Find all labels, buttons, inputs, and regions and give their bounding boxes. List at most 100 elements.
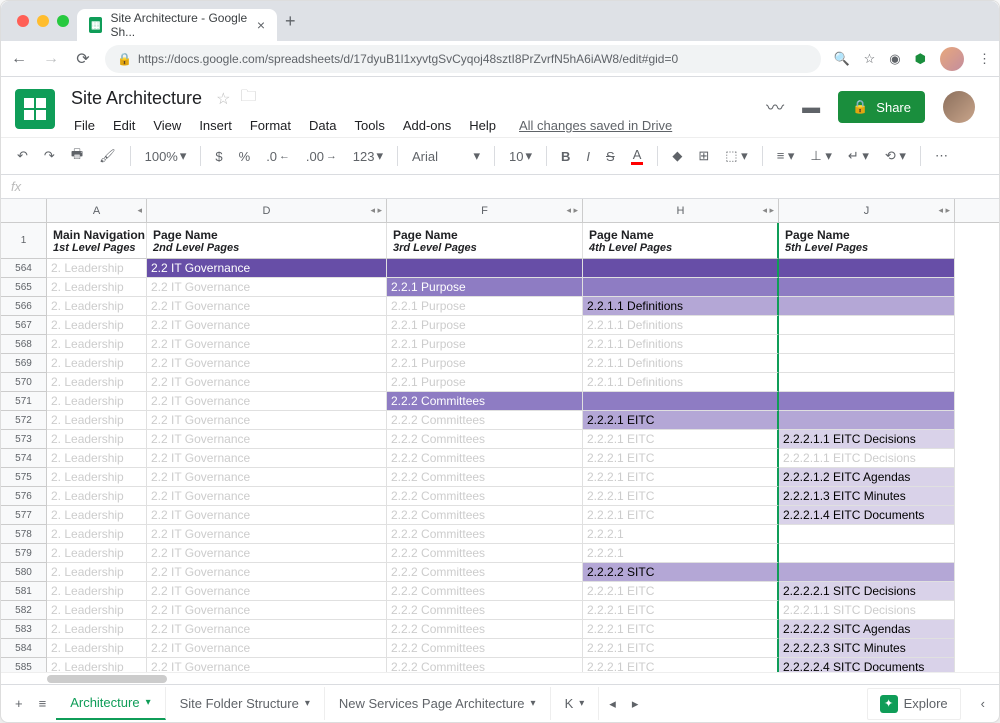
zoom-dropdown[interactable]: 100% ▾ [139,144,193,168]
cell[interactable] [779,373,955,392]
row-header[interactable]: 583 [1,620,47,639]
cell[interactable]: 2.2.2 Committees [387,487,583,506]
cell[interactable]: 2.2 IT Governance [147,563,387,582]
share-button[interactable]: 🔒 Share [838,91,925,123]
account-avatar[interactable] [943,91,975,123]
cell[interactable] [779,259,955,278]
column-header-F[interactable]: F◂ ▸ [387,199,583,222]
side-panel-toggle[interactable]: ‹ [975,692,991,715]
explore-button[interactable]: ✦ Explore [867,688,961,720]
cell[interactable]: 2.2.2 Committees [387,544,583,563]
cell[interactable]: 2. Leadership [47,468,147,487]
cell[interactable]: 2.2.2 Committees [387,449,583,468]
cell[interactable]: 2.2.1.1 Definitions [583,297,779,316]
apps-icon[interactable]: ◉ [889,51,900,67]
cell[interactable]: 2. Leadership [47,563,147,582]
paint-format-button[interactable]: 🖌 [93,144,122,168]
sheet-tab[interactable]: Architecture ▾ [56,687,165,720]
cell[interactable] [779,392,955,411]
comment-icon[interactable]: ▬ [802,97,820,118]
cell[interactable]: 2.2.2.2.3 SITC Minutes [779,639,955,658]
cell[interactable]: 2. Leadership [47,582,147,601]
back-button[interactable]: ← [9,49,29,69]
cell[interactable]: 2.2.2.1 EITC [583,487,779,506]
cell[interactable]: 2.2 IT Governance [147,620,387,639]
sheet-tab[interactable]: New Services Page Architecture ▾ [325,687,551,720]
menu-insert[interactable]: Insert [192,114,239,137]
row-header[interactable]: 576 [1,487,47,506]
column-header-H[interactable]: H◂ ▸ [583,199,779,222]
row-header[interactable]: 577 [1,506,47,525]
cell[interactable]: 2.2.2.1 EITC [583,468,779,487]
cell[interactable] [583,278,779,297]
sheets-logo[interactable] [15,89,55,129]
cell[interactable]: 2.2.2 Committees [387,658,583,672]
cell[interactable]: 2.2.2.2.1 SITC Decisions [779,582,955,601]
header-cell[interactable]: Main Navigation1st Level Pages [47,223,147,259]
font-size-dropdown[interactable]: 10 ▾ [503,144,538,168]
cell[interactable]: 2.2.2.1.4 EITC Documents [779,506,955,525]
sheet-tab[interactable]: K ▾ [551,687,600,720]
decrease-decimal-button[interactable]: .0← [260,145,296,168]
star-icon[interactable]: ☆ [864,51,876,67]
row-header[interactable]: 568 [1,335,47,354]
v-align-button[interactable]: ⊥ ▾ [804,144,837,168]
toolbar-more-button[interactable]: ⋯ [929,144,954,168]
merge-cells-button[interactable]: ⬚ ▾ [719,144,753,168]
close-window-button[interactable] [17,15,29,27]
add-sheet-button[interactable]: + [9,692,29,715]
text-color-button[interactable]: A [625,143,650,169]
cell[interactable]: 2.2 IT Governance [147,544,387,563]
cell[interactable]: 2.2.2 Committees [387,582,583,601]
cell[interactable]: 2. Leadership [47,449,147,468]
cell[interactable]: 2.2.2.1.1 SITC Decisions [779,601,955,620]
fill-color-button[interactable]: ◆ [666,144,688,168]
cell[interactable]: 2. Leadership [47,297,147,316]
minimize-window-button[interactable] [37,15,49,27]
row-header[interactable]: 571 [1,392,47,411]
fullscreen-window-button[interactable] [57,15,69,27]
row-header[interactable]: 565 [1,278,47,297]
cell[interactable]: 2.2 IT Governance [147,259,387,278]
row-header[interactable]: 584 [1,639,47,658]
cell[interactable] [387,259,583,278]
url-field[interactable]: 🔒 https://docs.google.com/spreadsheets/d… [105,45,821,73]
cell[interactable]: 2.2.2.1.2 EITC Agendas [779,468,955,487]
font-dropdown[interactable]: Arial ▾ [406,144,486,168]
browser-menu-button[interactable]: ⋮ [978,51,991,67]
reload-button[interactable]: ⟳ [73,49,93,69]
menu-file[interactable]: File [67,114,102,137]
cell[interactable]: 2.2.2 Committees [387,430,583,449]
cell[interactable]: 2.2.1.1 Definitions [583,373,779,392]
cell[interactable]: 2.2 IT Governance [147,278,387,297]
cell[interactable]: 2.2.2.1 EITC [583,658,779,672]
cell[interactable] [583,392,779,411]
cell[interactable]: 2.2.2.2.4 SITC Documents [779,658,955,672]
increase-decimal-button[interactable]: .00→ [300,145,343,168]
cell[interactable]: 2.2.2.1.1 EITC Decisions [779,449,955,468]
row-header[interactable]: 569 [1,354,47,373]
cell[interactable]: 2.2.2 Committees [387,563,583,582]
cell[interactable]: 2.2.2.1 EITC [583,620,779,639]
select-all-corner[interactable] [1,199,47,222]
cell[interactable] [779,335,955,354]
extension-icon[interactable]: ⬢ [915,51,926,67]
cell[interactable]: 2. Leadership [47,259,147,278]
header-cell[interactable]: Page Name5th Level Pages [779,223,955,259]
cell[interactable]: 2.2.2.2.2 SITC Agendas [779,620,955,639]
row-header[interactable]: 581 [1,582,47,601]
italic-button[interactable]: I [580,145,596,168]
menu-help[interactable]: Help [462,114,503,137]
cell[interactable]: 2. Leadership [47,335,147,354]
percent-button[interactable]: % [233,145,257,168]
tab-scroll-right[interactable]: ▸ [626,692,645,716]
cell[interactable]: 2.2.2.1 EITC [583,601,779,620]
forward-button[interactable]: → [41,49,61,69]
cell[interactable]: 2.2.1 Purpose [387,278,583,297]
cell[interactable]: 2.2 IT Governance [147,430,387,449]
cell[interactable]: 2.2.2.1 EITC [583,582,779,601]
profile-avatar[interactable] [940,47,964,71]
cell[interactable]: 2. Leadership [47,278,147,297]
row-header[interactable]: 564 [1,259,47,278]
row-header[interactable]: 579 [1,544,47,563]
